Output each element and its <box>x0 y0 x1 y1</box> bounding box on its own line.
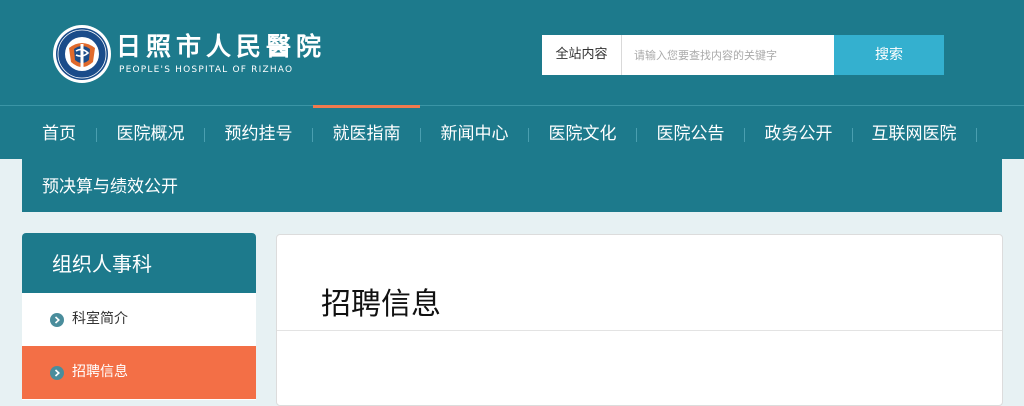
page-title: 招聘信息 <box>321 287 441 322</box>
hospital-logo-icon[interactable] <box>52 24 112 84</box>
search-scope-select[interactable]: 全站内容 <box>542 35 622 75</box>
nav-item-internet-hospital[interactable]: 互联网医院 <box>853 106 975 160</box>
secondary-nav: 预决算与绩效公开 <box>22 159 1002 212</box>
content-panel: 招聘信息 <box>276 234 1003 406</box>
nav-item-guide[interactable]: 就医指南 <box>313 105 420 160</box>
sidebar-item-department-intro[interactable]: 科室简介 <box>22 293 256 346</box>
nav-item-culture[interactable]: 医院文化 <box>529 106 636 160</box>
sidebar: 组织人事科 科室简介 招聘信息 <box>22 233 256 400</box>
nav-item-news[interactable]: 新闻中心 <box>421 106 528 160</box>
search-button[interactable]: 搜索 <box>834 35 944 75</box>
nav-item-overview[interactable]: 医院概况 <box>97 106 204 160</box>
nav-item-budget[interactable]: 预决算与绩效公开 <box>42 159 178 215</box>
chevron-right-circle-icon <box>50 366 64 380</box>
chevron-right-circle-icon <box>50 313 64 327</box>
search-input[interactable] <box>622 35 834 75</box>
site-header: 日照市人民醫院 PEOPLE'S HOSPITAL OF RIZHAO 全站内容… <box>0 0 1024 105</box>
hospital-name-en: PEOPLE'S HOSPITAL OF RIZHAO <box>119 65 294 75</box>
sidebar-item-label: 招聘信息 <box>72 364 128 380</box>
nav-item-government[interactable]: 政务公开 <box>745 106 852 160</box>
sidebar-item-label: 科室简介 <box>72 311 128 327</box>
nav-divider <box>976 128 977 142</box>
nav-item-home[interactable]: 首页 <box>22 106 96 160</box>
nav-item-appointment[interactable]: 预约挂号 <box>205 106 312 160</box>
main-nav: 首页 医院概况 预约挂号 就医指南 新闻中心 医院文化 医院公告 政务公开 互联… <box>0 105 1024 159</box>
sidebar-title: 组织人事科 <box>22 233 256 293</box>
sidebar-item-recruitment[interactable]: 招聘信息 <box>22 346 256 399</box>
hospital-name: 日照市人民醫院 <box>116 32 327 61</box>
search-bar: 全站内容 搜索 <box>542 35 944 75</box>
title-divider <box>277 330 1002 331</box>
nav-item-announcement[interactable]: 医院公告 <box>637 106 744 160</box>
